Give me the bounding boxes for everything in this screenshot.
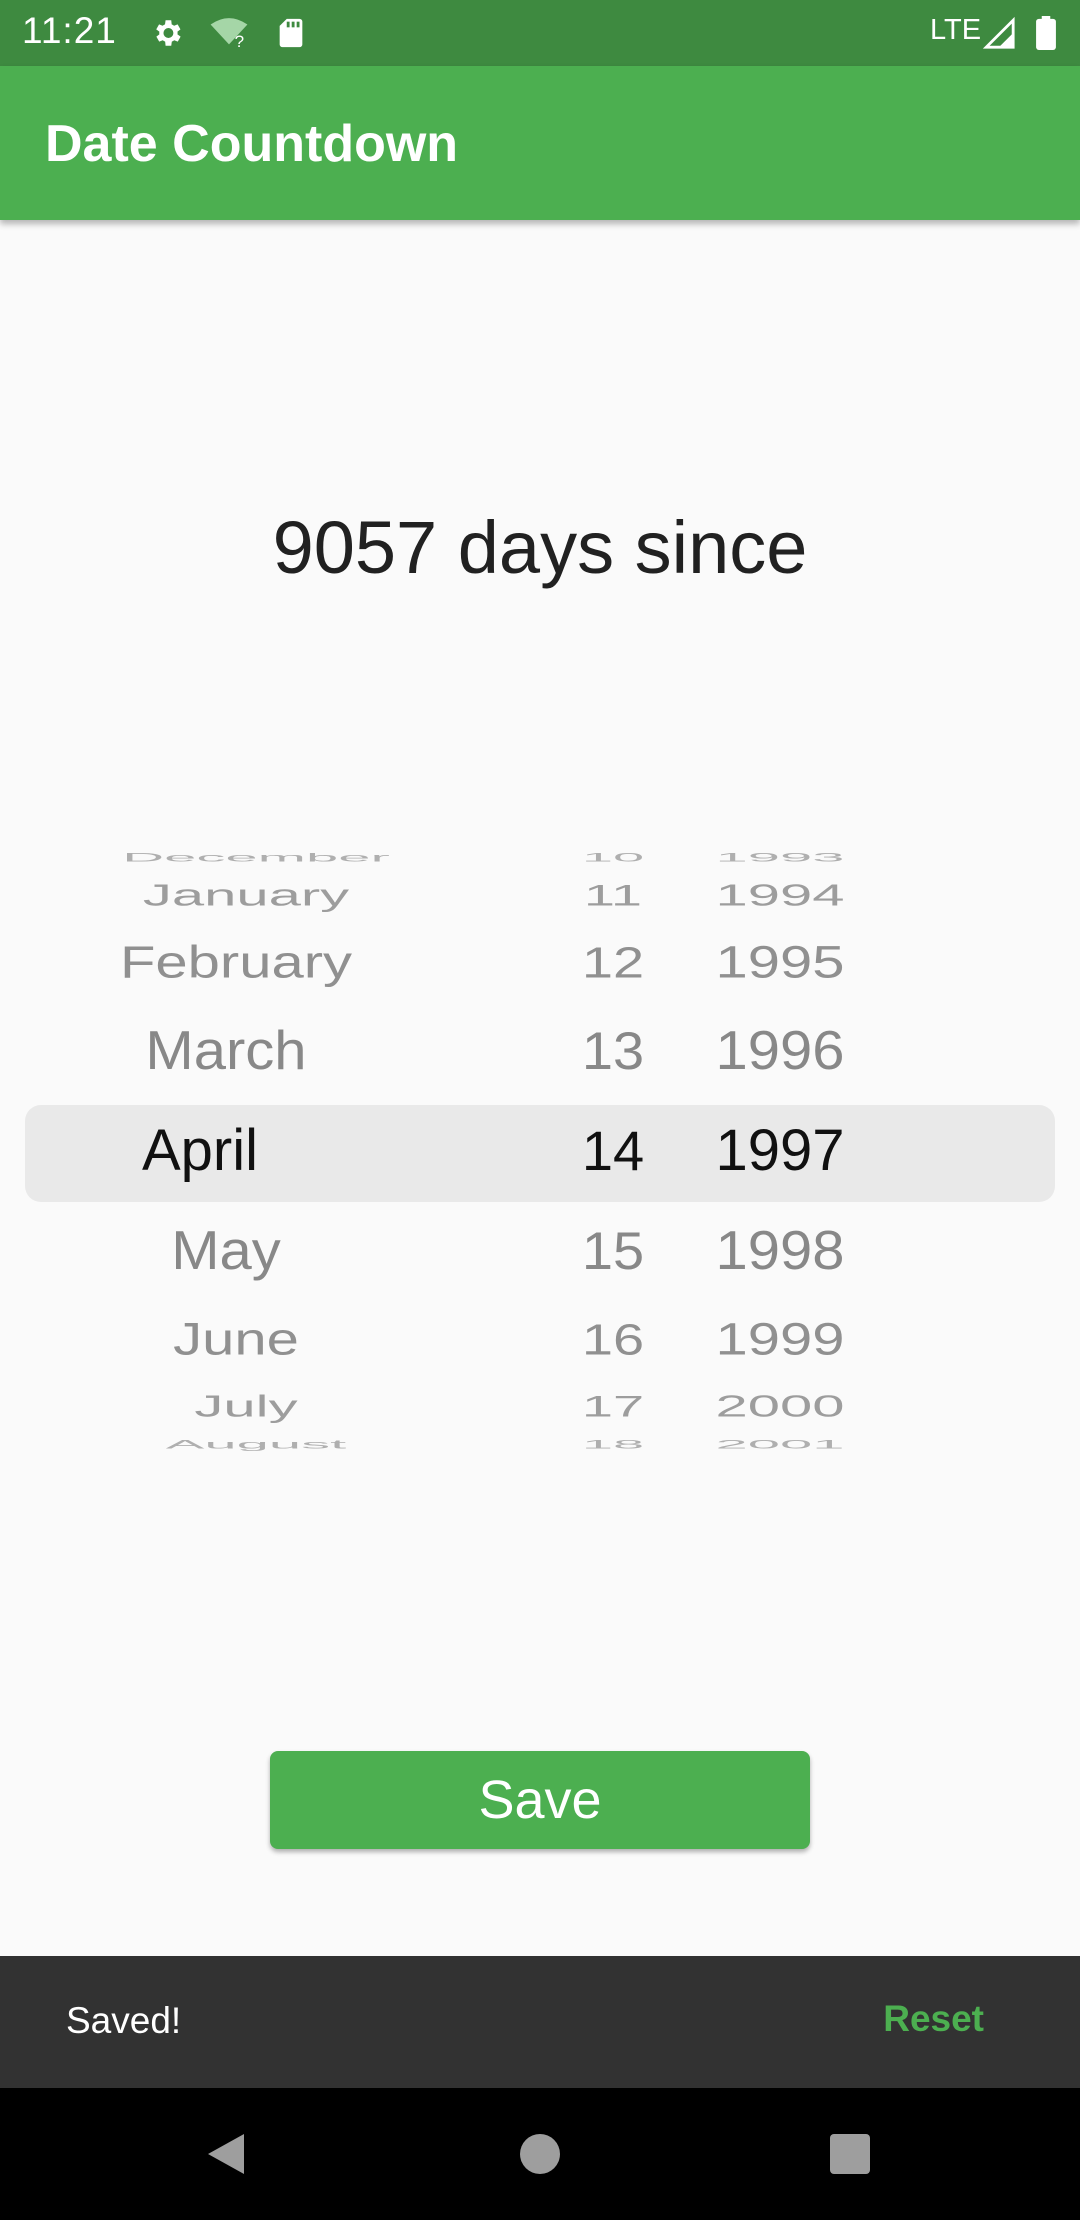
day-option[interactable]: 12 (582, 937, 644, 988)
signal-icon (982, 16, 1015, 49)
day-option[interactable]: 18 (582, 1437, 644, 1451)
month-option[interactable]: December (122, 850, 390, 865)
day-option[interactable]: 15 (582, 1220, 644, 1281)
month-option[interactable]: January (143, 878, 349, 913)
network-type: LTE (930, 14, 982, 46)
home-icon[interactable] (518, 2132, 562, 2176)
year-option[interactable]: 1999 (715, 1313, 844, 1365)
year-option[interactable]: 1998 (715, 1219, 844, 1282)
month-option[interactable]: April (142, 1117, 258, 1184)
reset-button[interactable]: Reset (883, 1998, 984, 2040)
navigation-bar (0, 2088, 1080, 2220)
day-option[interactable]: 16 (582, 1314, 644, 1365)
date-picker[interactable]: December January February March April May June… (0, 851, 1080, 1451)
year-option[interactable]: 1993 (715, 850, 844, 865)
save-button[interactable]: Save (270, 1751, 810, 1849)
month-option[interactable]: February (120, 936, 352, 988)
year-option[interactable]: 1994 (715, 878, 844, 913)
settings-icon (156, 20, 181, 46)
wifi-question-icon: ? (210, 18, 248, 50)
month-option[interactable]: July (194, 1389, 297, 1424)
status-bar: 11:21 ? LTE (0, 0, 1080, 66)
year-option[interactable]: 2000 (715, 1389, 844, 1424)
snackbar: Saved! Reset (0, 1956, 1080, 2088)
app-bar: Date Countdown (0, 66, 1080, 220)
year-option[interactable]: 1996 (715, 1019, 844, 1082)
battery-icon (1036, 16, 1056, 50)
day-option[interactable]: 14 (582, 1118, 644, 1183)
snackbar-message: Saved! (66, 2000, 182, 2041)
countdown-text: 9057 days since (272, 506, 808, 589)
status-time: 11:21 (22, 10, 117, 51)
month-option[interactable]: August (166, 1437, 347, 1451)
month-option[interactable]: May (171, 1219, 281, 1282)
day-option[interactable]: 10 (582, 851, 644, 865)
year-option[interactable]: 1997 (715, 1117, 844, 1184)
day-option[interactable]: 17 (582, 1390, 644, 1424)
month-option[interactable]: March (145, 1019, 306, 1082)
day-option[interactable]: 11 (584, 878, 642, 912)
recents-icon[interactable] (830, 2134, 870, 2174)
app-title: Date Countdown (45, 115, 459, 173)
year-option[interactable]: 2001 (715, 1437, 844, 1451)
day-option[interactable]: 13 (582, 1020, 644, 1081)
back-icon[interactable] (204, 2130, 248, 2178)
year-option[interactable]: 1995 (715, 936, 844, 988)
svg-text:?: ? (235, 32, 244, 50)
month-option[interactable]: June (173, 1313, 299, 1365)
sd-card-icon (279, 18, 303, 48)
